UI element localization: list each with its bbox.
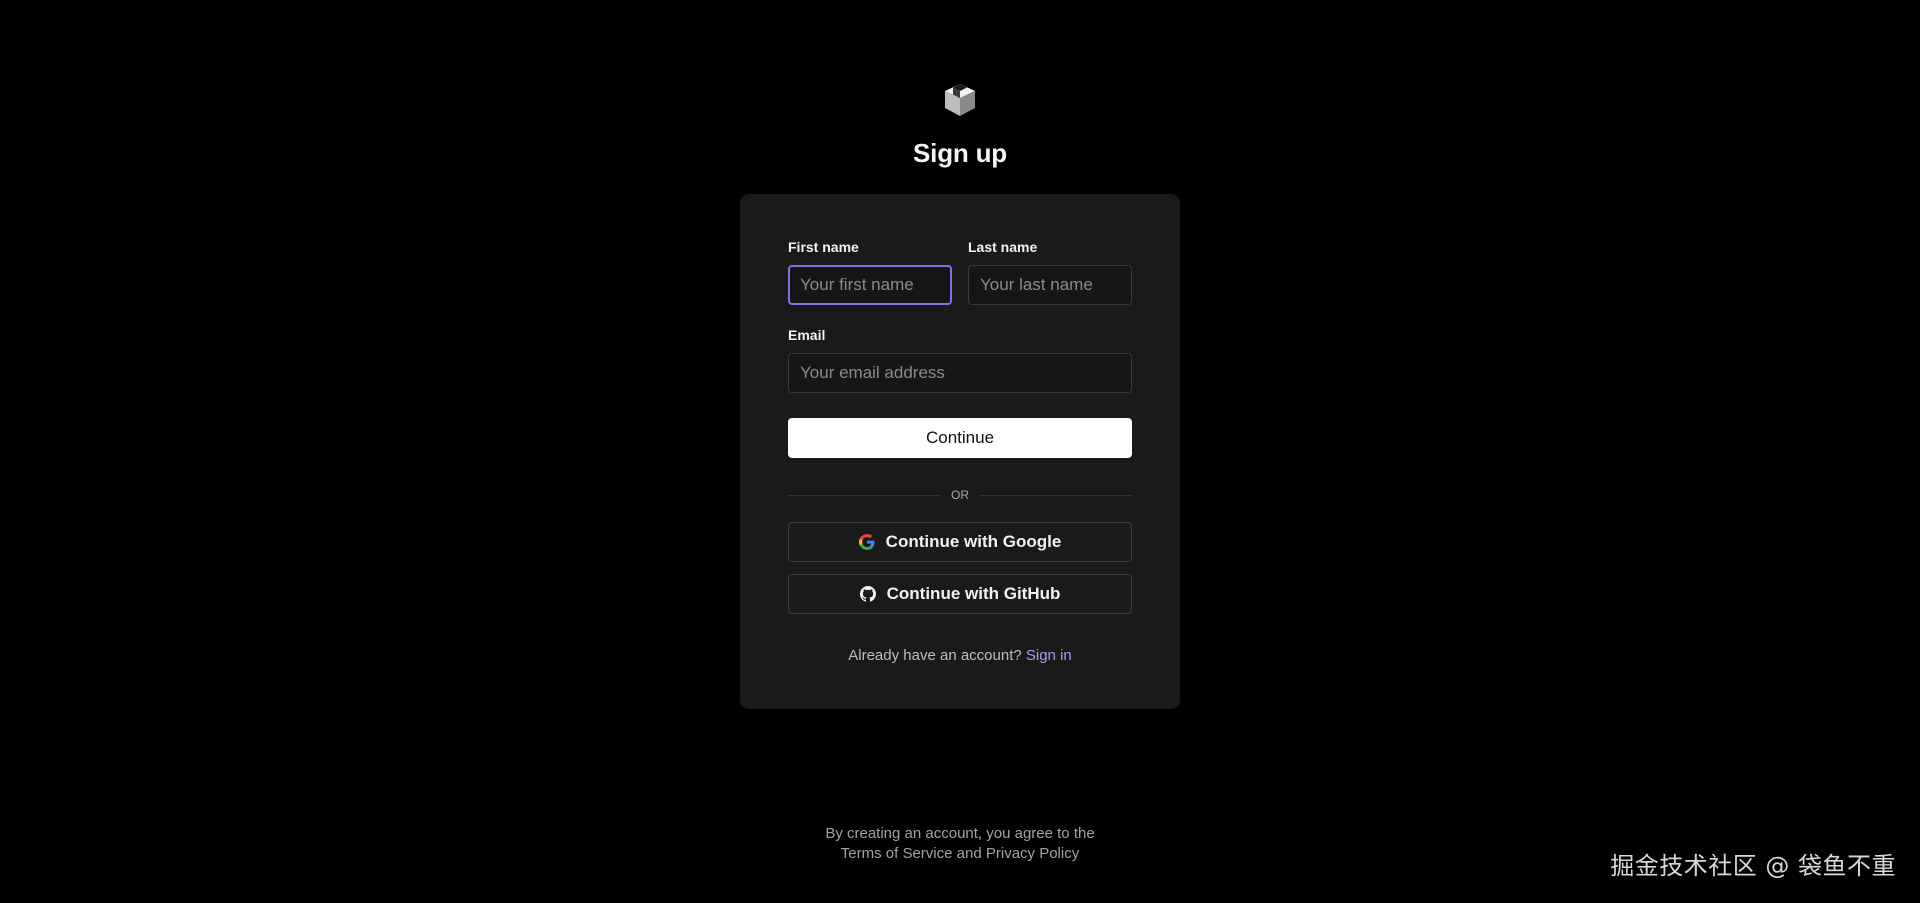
first-name-label: First name — [788, 239, 859, 255]
watermark: 掘金技术社区 @ 袋鱼不重 — [1610, 852, 1896, 880]
google-button-label: Continue with Google — [885, 532, 1062, 551]
or-label: OR — [951, 488, 969, 502]
signup-page: Sign up First name Last name Email Conti… — [0, 0, 1920, 903]
signin-prompt: Already have an account? — [848, 647, 1022, 664]
page-title: Sign up — [913, 138, 1007, 168]
github-button-label: Continue with GitHub — [886, 584, 1061, 603]
footer-line-1: By creating an account, you agree to the — [825, 825, 1095, 842]
continue-with-google-button[interactable]: Continue with Google — [788, 522, 1132, 562]
divider-line-left — [788, 494, 940, 496]
privacy-policy-link[interactable]: Privacy Policy — [986, 845, 1079, 862]
cube-logo-icon — [945, 84, 975, 116]
terms-of-service-link[interactable]: Terms of Service — [841, 845, 953, 862]
signin-prompt-line: Already have an account? Sign in — [740, 647, 1180, 664]
sign-in-link[interactable]: Sign in — [1026, 647, 1072, 664]
continue-with-github-button[interactable]: Continue with GitHub — [788, 574, 1132, 614]
email-input[interactable] — [788, 353, 1132, 393]
signup-card: First name Last name Email Continue OR C… — [740, 194, 1180, 709]
google-icon — [858, 534, 875, 550]
github-icon — [859, 586, 876, 602]
footer-and: and — [956, 845, 982, 862]
first-name-input[interactable] — [788, 265, 952, 305]
continue-button[interactable]: Continue — [788, 418, 1132, 458]
divider-line-right — [980, 494, 1132, 496]
last-name-label: Last name — [968, 239, 1038, 255]
email-label: Email — [788, 327, 826, 343]
or-divider: OR — [788, 488, 1132, 502]
last-name-input[interactable] — [968, 265, 1132, 305]
